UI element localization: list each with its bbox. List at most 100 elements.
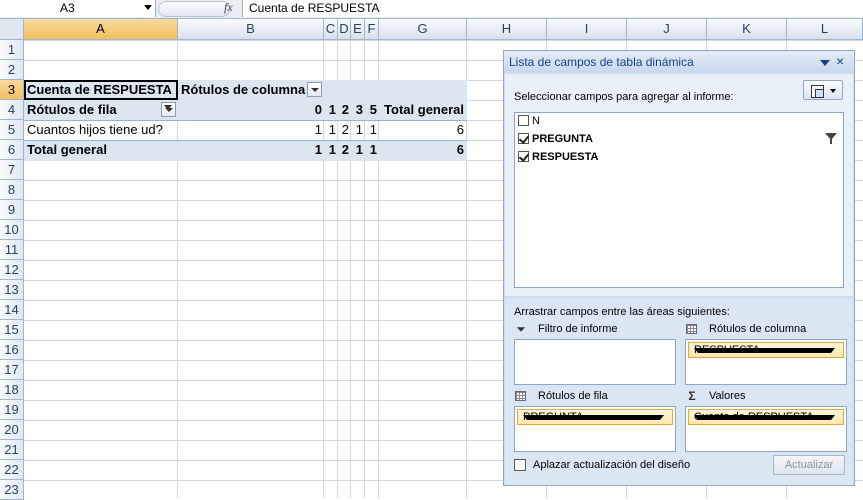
pivot-row-labels[interactable]: Rótulos de fila <box>27 100 117 120</box>
row-header-19[interactable]: 19 <box>0 400 24 420</box>
insert-function-icon[interactable]: fx <box>224 0 233 15</box>
values-field-chip[interactable]: Cuenta de RESPUESTA <box>688 409 844 425</box>
data-value: 1 <box>369 122 377 137</box>
formula-bar-splitter[interactable] <box>158 1 230 17</box>
row-header-22[interactable]: 22 <box>0 460 24 480</box>
row-header-10[interactable]: 10 <box>0 220 24 240</box>
col-value-3: 3 <box>355 102 363 117</box>
row-header-2[interactable]: 2 <box>0 60 24 80</box>
col-value-1: 1 <box>328 102 336 117</box>
total-row-label[interactable]: Total general <box>27 140 107 160</box>
col-value-5: 5 <box>369 102 377 117</box>
column-header-d[interactable]: D <box>338 19 351 40</box>
chevron-down-icon[interactable] <box>694 348 835 353</box>
row-header-5[interactable]: 5 <box>0 120 24 140</box>
report-filter-drop-area[interactable] <box>514 339 676 385</box>
field-label: PREGUNTA <box>532 133 593 145</box>
data-row-label[interactable]: Cuantos hijos tiene ud? <box>27 120 163 140</box>
column-labels-filter-dropdown[interactable] <box>307 82 322 97</box>
row-header-14[interactable]: 14 <box>0 300 24 320</box>
grand-total-header: Total general <box>384 102 464 117</box>
data-row-total: 6 <box>456 122 464 137</box>
column-header-j[interactable]: J <box>627 19 707 40</box>
row-labels-drop-area[interactable]: PREGUNTA <box>514 406 676 452</box>
column-header-h[interactable]: H <box>467 19 547 40</box>
field-checkbox-respuesta[interactable] <box>518 151 529 162</box>
row-header-9[interactable]: 9 <box>0 200 24 220</box>
total-value: 2 <box>341 142 349 157</box>
name-box-dropdown-icon[interactable] <box>144 5 152 10</box>
layout-icon <box>811 85 824 98</box>
column-header-a[interactable]: A <box>24 19 178 40</box>
column-header-c[interactable]: C <box>324 19 338 40</box>
row-header-3[interactable]: 3 <box>0 80 24 100</box>
sigma-icon: Σ <box>688 389 696 403</box>
select-all-corner[interactable] <box>0 19 24 40</box>
row-labels-filter-dropdown[interactable] <box>161 102 176 117</box>
column-labels-drop-area[interactable]: RESPUESTA <box>685 339 847 385</box>
row-labels-title: Rótulos de fila <box>514 389 674 403</box>
filter-icon[interactable] <box>825 133 837 144</box>
row-header-7[interactable]: 7 <box>0 160 24 180</box>
name-box[interactable]: A3 <box>0 0 156 17</box>
pane-options-icon[interactable] <box>820 60 830 66</box>
update-button[interactable]: Actualizar <box>773 455 845 475</box>
column-header-g[interactable]: G <box>379 19 467 40</box>
drag-fields-label: Arrastrar campos entre las áreas siguien… <box>514 306 730 318</box>
row-header-6[interactable]: 6 <box>0 140 24 160</box>
row-header-1[interactable]: 1 <box>0 40 24 60</box>
column-header-e[interactable]: E <box>351 19 365 40</box>
formula-bar: A3 fx Cuenta de RESPUESTA <box>0 0 863 19</box>
row-header-18[interactable]: 18 <box>0 380 24 400</box>
field-label: N <box>532 115 540 127</box>
pane-title: Lista de campos de tabla dinámica <box>509 55 694 69</box>
pivot-column-labels[interactable]: Rótulos de columna <box>181 80 305 100</box>
total-value: 1 <box>314 142 322 157</box>
row-header-15[interactable]: 15 <box>0 320 24 340</box>
column-header-k[interactable]: K <box>707 19 787 40</box>
pane-title-bar[interactable]: Lista de campos de tabla dinámica × <box>504 51 854 73</box>
chevron-down-icon[interactable] <box>523 415 664 420</box>
chevron-down-icon <box>830 89 836 93</box>
total-value: 1 <box>328 142 336 157</box>
column-header-l[interactable]: L <box>787 19 863 40</box>
select-fields-label: Seleccionar campos para agregar al infor… <box>514 91 734 103</box>
field-checkbox-n[interactable] <box>518 115 529 126</box>
column-grid-icon <box>686 324 697 334</box>
total-value: 1 <box>355 142 363 157</box>
column-field-chip[interactable]: RESPUESTA <box>688 342 844 358</box>
total-value: 1 <box>369 142 377 157</box>
close-icon[interactable]: × <box>836 53 844 69</box>
row-header-4[interactable]: 4 <box>0 100 24 120</box>
field-section: Seleccionar campos para agregar al infor… <box>505 74 853 296</box>
row-header-23[interactable]: 23 <box>0 480 24 500</box>
column-header-f[interactable]: F <box>365 19 379 40</box>
filter-funnel-icon <box>164 105 172 110</box>
grand-total-value: 6 <box>456 142 464 157</box>
row-header-8[interactable]: 8 <box>0 180 24 200</box>
row-header-11[interactable]: 11 <box>0 240 24 260</box>
data-value: 1 <box>355 122 363 137</box>
row-header-20[interactable]: 20 <box>0 420 24 440</box>
column-header-b[interactable]: B <box>178 19 324 40</box>
row-header-17[interactable]: 17 <box>0 360 24 380</box>
row-header-21[interactable]: 21 <box>0 440 24 460</box>
funnel-icon: ⏷ <box>516 322 526 336</box>
row-header-16[interactable]: 16 <box>0 340 24 360</box>
chevron-down-icon[interactable] <box>694 415 835 420</box>
field-checkbox-pregunta[interactable] <box>518 133 529 144</box>
defer-update-checkbox[interactable] <box>514 459 526 471</box>
values-title: Σ Valores <box>685 389 850 403</box>
col-value-2: 2 <box>341 102 349 117</box>
report-filter-title: ⏷ Filtro de informe <box>514 322 674 336</box>
data-value: 2 <box>341 122 349 137</box>
formula-input[interactable]: Cuenta de RESPUESTA <box>242 0 863 17</box>
areas-section: Arrastrar campos entre las áreas siguien… <box>505 299 853 485</box>
values-drop-area[interactable]: Cuenta de RESPUESTA <box>685 406 847 452</box>
field-list-box: N PREGUNTA RESPUESTA <box>514 112 844 288</box>
column-header-i[interactable]: I <box>547 19 627 40</box>
layout-options-button[interactable] <box>803 80 843 100</box>
row-header-12[interactable]: 12 <box>0 260 24 280</box>
row-field-chip[interactable]: PREGUNTA <box>517 409 673 425</box>
row-header-13[interactable]: 13 <box>0 280 24 300</box>
